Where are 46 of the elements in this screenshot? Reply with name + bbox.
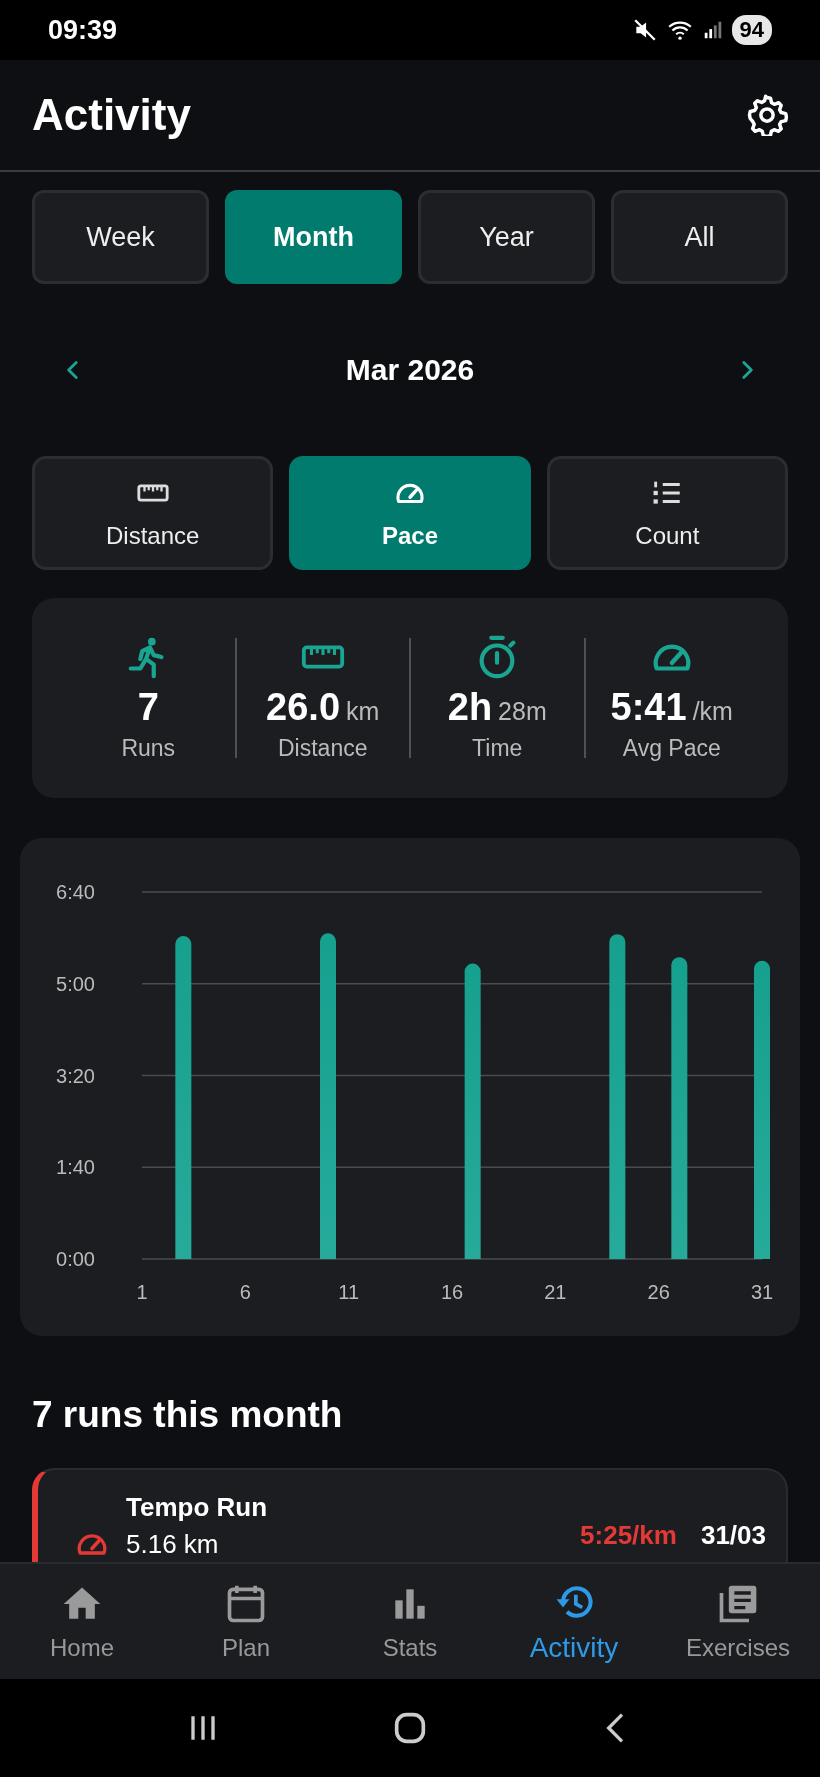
metric-tab[interactable]: Distance <box>32 456 274 570</box>
x-tick-label: 21 <box>544 1281 567 1303</box>
stat-value: 26.0 <box>266 686 341 729</box>
settings-icon[interactable] <box>746 94 788 136</box>
month-label: Mar 2026 <box>345 353 475 387</box>
y-tick-label: 3:20 <box>56 1064 95 1087</box>
y-tick-label: 0:00 <box>56 1248 95 1270</box>
stat-value: 7 <box>137 686 159 729</box>
stat-unit: 28m <box>498 697 547 726</box>
stat-value: 2h <box>447 686 493 729</box>
battery-level: 94 <box>731 15 772 45</box>
period-tab[interactable]: All <box>611 190 788 284</box>
y-tick-label: 1:40 <box>56 1156 95 1179</box>
nav-item[interactable]: Plan <box>164 1564 328 1679</box>
x-tick-label: 16 <box>440 1281 464 1303</box>
metric-tab[interactable]: Pace <box>289 456 531 570</box>
period-tab[interactable]: Month <box>225 190 402 284</box>
nav-item[interactable]: Home <box>0 1564 164 1679</box>
nav-item[interactable]: Activity <box>492 1564 656 1679</box>
period-tab[interactable]: Week <box>32 190 209 284</box>
metric-tab[interactable]: Count <box>546 456 788 570</box>
x-tick-label: 26 <box>647 1281 670 1303</box>
page-title: Activity <box>32 90 191 140</box>
run-card[interactable]: Tempo Run 5.16 km 5:25/km 31/03 <box>32 1468 788 1562</box>
period-tab[interactable]: Year <box>418 190 595 284</box>
x-tick-label: 1 <box>136 1281 148 1303</box>
nav-item[interactable]: Exercises <box>656 1564 820 1679</box>
section-heading: 7 runs this month <box>31 1393 344 1436</box>
y-tick-label: 5:00 <box>56 972 95 995</box>
status-time: 09:39 <box>48 14 118 46</box>
x-tick-label: 6 <box>239 1281 251 1303</box>
x-tick-label: 11 <box>338 1281 360 1303</box>
stat-label: Runs <box>121 735 176 762</box>
stat-unit: /km <box>692 697 733 726</box>
x-tick-label: 31 <box>750 1281 774 1303</box>
run-distance: 5.16 km <box>126 1529 220 1560</box>
stat-label: Distance <box>278 735 368 762</box>
run-date: 31/03 <box>700 1520 766 1551</box>
stat-label: Time <box>472 735 523 762</box>
stat-unit: km <box>346 697 380 726</box>
nav-item[interactable]: Stats <box>328 1564 492 1679</box>
run-title: Tempo Run <box>126 1492 269 1523</box>
stat-label: Avg Pace <box>622 735 721 762</box>
run-pace: 5:25/km <box>580 1520 677 1551</box>
y-tick-label: 6:40 <box>56 881 95 903</box>
stat-value: 5:41 <box>610 686 687 729</box>
